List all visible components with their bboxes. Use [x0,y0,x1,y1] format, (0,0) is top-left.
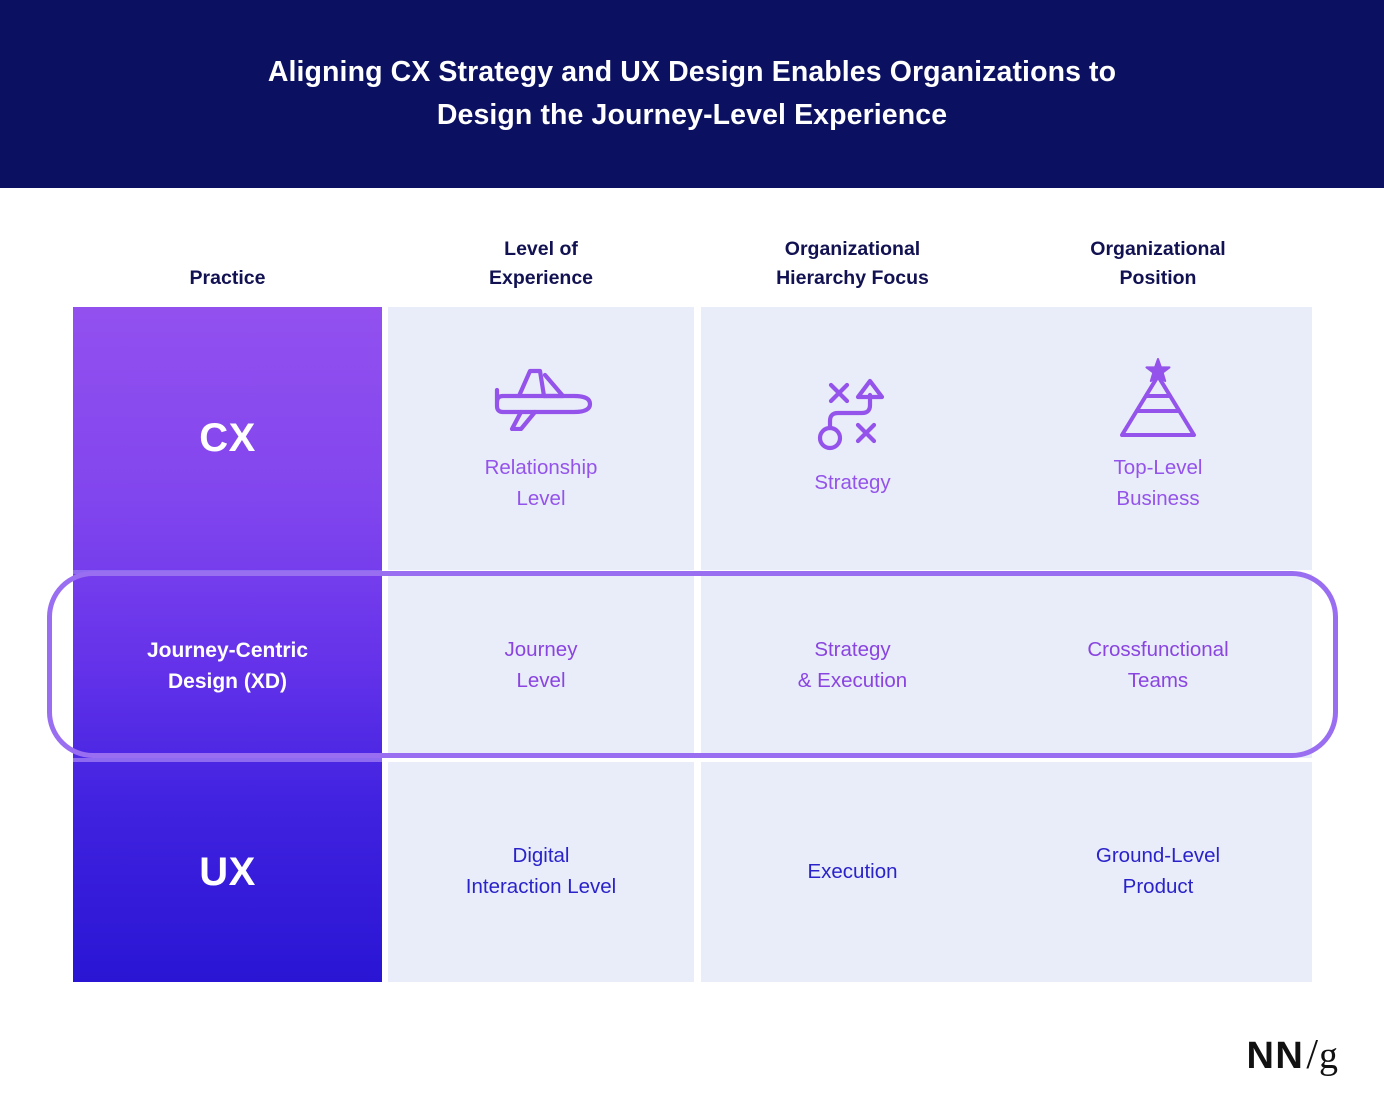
cell-xd-level-of-experience: Journey Level [388,574,694,758]
logo-g: g [1319,1035,1338,1077]
logo-slash: / [1306,1032,1318,1078]
column-header-level-of-experience: Level of Experience [488,238,594,289]
cell-text: Ground-Level Product [1095,844,1221,898]
column-headers: Practice Level of Experience Organizatio… [73,212,1312,302]
cell-ux-organizational-hierarchy-focus: Execution [701,762,1004,982]
nng-logo: NN / g [1246,1031,1338,1079]
cell-xd-organizational-position: Crossfunctional Teams [1004,574,1312,758]
cell-text: Top-Level Business [1113,455,1203,510]
cell-xd-organizational-hierarchy-focus: Strategy & Execution [701,574,1004,758]
cell-text: Relationship Level [484,455,598,510]
cell-cx-organizational-hierarchy-focus: Strategy [701,307,1004,570]
header-banner: Aligning CX Strategy and UX Design Enabl… [0,0,1384,188]
cell-text: Crossfunctional Teams [1087,638,1229,692]
cell-ux-organizational-position: Ground-Level Product [1004,762,1312,982]
column-header-practice: Practice [189,266,266,289]
cell-text: Execution [807,859,898,883]
practice-cell-cx: CX [73,307,382,570]
practice-label: CX [199,416,256,460]
cell-text: Strategy & Execution [797,638,908,692]
practice-label: UX [199,849,256,894]
comparison-table: CX Journey-Centric Design (XD) UX Relati… [73,307,1312,982]
logo-nn: NN [1246,1035,1305,1077]
cell-ux-level-of-experience: Digital Interaction Level [388,762,694,982]
column-header-organizational-position: Organizational Position [1090,238,1226,289]
practice-cell-ux: UX [73,762,382,982]
pyramid-star-icon [1112,357,1204,437]
cell-text: Journey Level [504,638,578,692]
column-header-organizational-hierarchy-focus: Organizational Hierarchy Focus [776,238,929,289]
practice-label: Journey-Centric Design (XD) [146,638,309,694]
cell-text: Digital Interaction Level [465,844,617,898]
cell-text: Strategy [814,471,891,495]
cell-cx-organizational-position: Top-Level Business [1004,307,1312,570]
strategy-playbook-icon [810,378,896,451]
practice-cell-journey-centric-design: Journey-Centric Design (XD) [73,574,382,758]
cell-cx-level-of-experience: Relationship Level [388,307,694,570]
page-title: Aligning CX Strategy and UX Design Enabl… [267,56,1117,131]
airplane-icon [483,363,599,433]
